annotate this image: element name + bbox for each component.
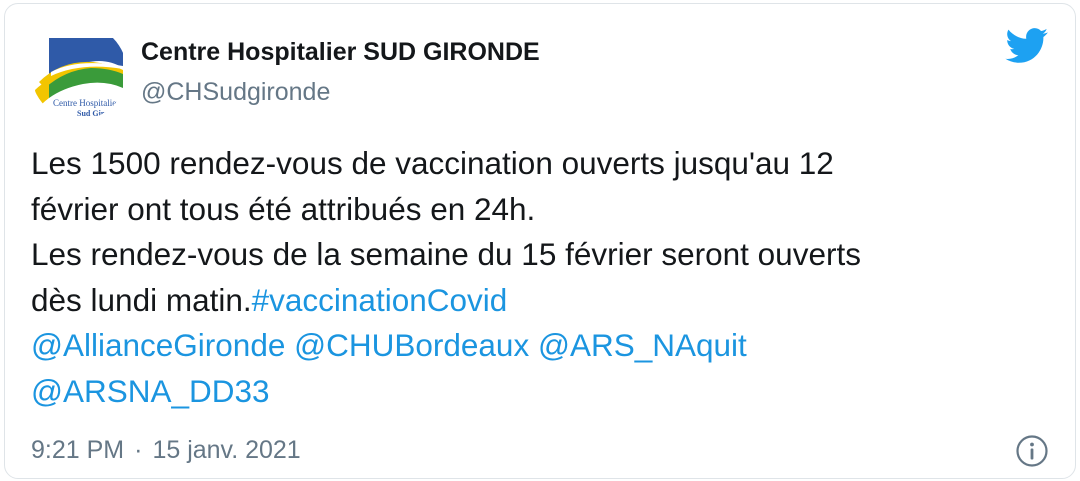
author-display-name[interactable]: Centre Hospitalier SUD GIRONDE xyxy=(141,38,540,67)
tweet-text-line: Les 1500 rendez-vous de vaccination ouve… xyxy=(31,145,834,181)
svg-text:Centre Hospitalier: Centre Hospitalier xyxy=(53,98,119,108)
info-circle-icon[interactable] xyxy=(1015,434,1049,468)
tweet-card[interactable]: Centre Hospitalier Sud Gironde Centre Ho… xyxy=(4,3,1076,479)
tweet-time: 9:21 PM xyxy=(31,436,125,464)
mention-link[interactable]: @AllianceGironde xyxy=(31,327,285,363)
mention-link[interactable]: @ARS_NAquit xyxy=(538,327,747,363)
tweet-text-line: Les rendez-vous de la semaine du 15 févr… xyxy=(31,236,861,272)
mention-link[interactable]: @ARSNA_DD33 xyxy=(31,373,270,409)
twitter-bird-icon[interactable] xyxy=(1005,28,1049,64)
tweet-text-fragment: dès lundi matin. xyxy=(31,281,252,318)
mention-link[interactable]: @CHUBordeaux xyxy=(294,327,529,363)
hospital-logo-icon: Centre Hospitalier Sud Gironde xyxy=(31,24,127,120)
tweet-mentions-line: @ARSNA_DD33 xyxy=(31,369,1061,415)
tweet-mentions-line: @AllianceGironde @CHUBordeaux @ARS_NAqui… xyxy=(31,323,1061,369)
tweet-text-line: février ont tous été attribués en 24h. xyxy=(31,190,536,227)
author-handle[interactable]: @CHSudgironde xyxy=(141,78,330,107)
avatar[interactable]: Centre Hospitalier Sud Gironde xyxy=(31,24,127,120)
tweet-date: 15 janv. 2021 xyxy=(152,436,301,464)
tweet-text: Les 1500 rendez-vous de vaccination ouve… xyxy=(31,141,1061,414)
hashtag-link[interactable]: #vaccinationCovid xyxy=(252,282,508,318)
separator-dot: · xyxy=(134,436,143,464)
tweet-timestamp[interactable]: 9:21 PM · 15 janv. 2021 xyxy=(31,436,301,465)
svg-text:Sud Gironde: Sud Gironde xyxy=(77,109,121,118)
tweet-text-line: dès lundi matin.#vaccinationCovid xyxy=(31,278,1061,324)
